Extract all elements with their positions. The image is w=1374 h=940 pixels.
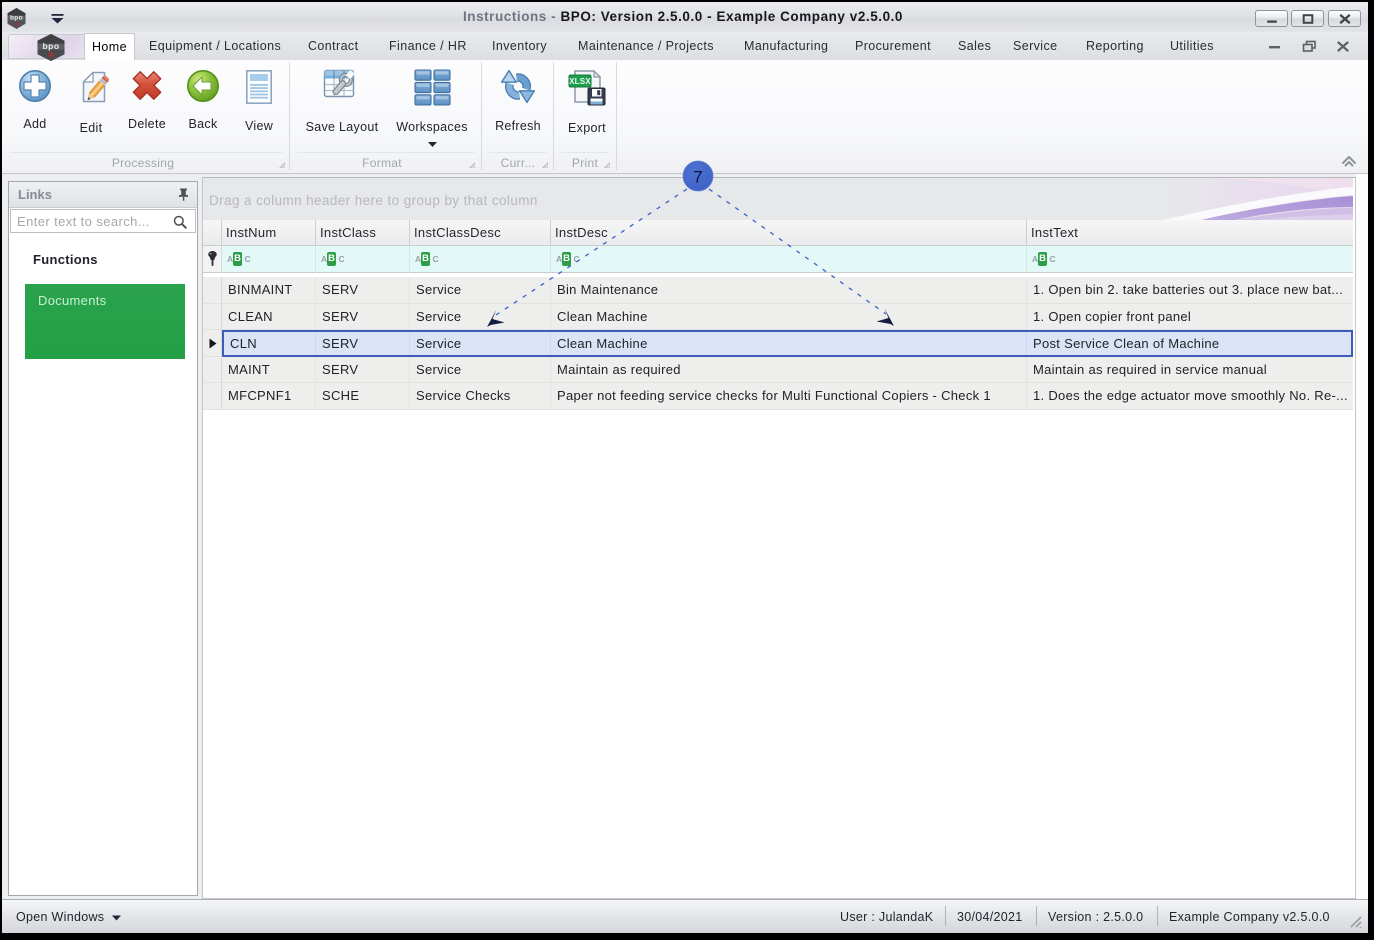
svg-text:7: 7: [693, 168, 702, 187]
